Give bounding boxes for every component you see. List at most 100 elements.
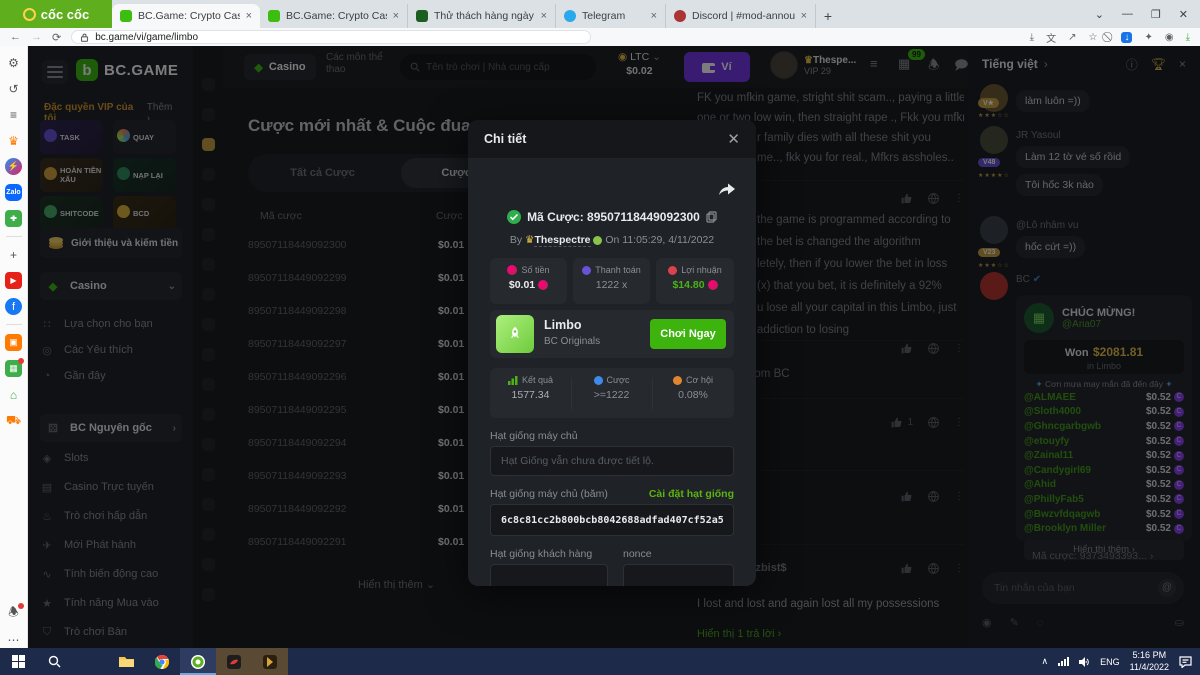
- clock-time: 5:16 PM: [1130, 650, 1169, 661]
- challenge-favicon: [416, 10, 428, 22]
- coccoc-taskbar-icon[interactable]: [180, 648, 216, 675]
- reload-icon[interactable]: ⟳: [52, 31, 61, 44]
- back-icon[interactable]: ←: [10, 31, 21, 43]
- server-seed-field[interactable]: [501, 455, 723, 467]
- volume-icon[interactable]: [1079, 657, 1090, 667]
- chance-value: 0.08%: [652, 389, 734, 401]
- limbo-thumbnail[interactable]: [496, 315, 534, 353]
- coccoc-logo[interactable]: cốc cốc: [0, 0, 112, 28]
- home-icon[interactable]: ⌂: [5, 386, 22, 403]
- window-controls: ⌄ — ❐ ✕: [1083, 0, 1200, 28]
- modal-body: Mã Cược: 89507118449092300 By ♛Thespectr…: [468, 158, 756, 586]
- chrome-icon[interactable]: [144, 648, 180, 675]
- tab-challenge[interactable]: Thử thách hàng ngày # 59 -×: [408, 4, 556, 28]
- gift-icon[interactable]: ▦: [5, 360, 22, 377]
- add-shortcut-icon[interactable]: +: [5, 246, 22, 263]
- close-tab-icon[interactable]: ×: [246, 10, 252, 22]
- close-modal-icon[interactable]: ✕: [727, 130, 740, 148]
- close-tab-icon[interactable]: ×: [801, 10, 807, 22]
- file-explorer-icon[interactable]: [108, 648, 144, 675]
- play-now-button[interactable]: Chơi Ngay: [650, 319, 726, 349]
- tab-telegram[interactable]: Telegram×: [556, 4, 666, 28]
- tab-bcgame-1[interactable]: BC.Game: Crypto Casino Gam×: [112, 4, 260, 28]
- save-icon[interactable]: ⤓: [1030, 32, 1034, 43]
- more-icon[interactable]: ⋯: [5, 631, 22, 648]
- messenger-icon[interactable]: ⚡: [5, 158, 22, 175]
- divider: [6, 236, 22, 237]
- network-icon[interactable]: [1058, 657, 1069, 666]
- extensions-icon[interactable]: ✦: [1144, 32, 1152, 43]
- share-icon[interactable]: [718, 180, 736, 196]
- seed-settings-link[interactable]: Cài đặt hạt giống: [649, 488, 734, 500]
- maximize-button[interactable]: ❐: [1151, 8, 1161, 21]
- bet-author-row: By ♛Thespectre On 11:05:29, 4/11/2022: [468, 234, 756, 246]
- zalo-icon[interactable]: Zalo: [5, 184, 22, 201]
- start-button[interactable]: [0, 648, 36, 675]
- address-bar-icons: ⤓ 文 ↗ ☆ ⃠ ↓ ✦ ◉ ⤓: [1030, 30, 1190, 45]
- tab-discord[interactable]: Discord | #mod-announc×: [666, 4, 816, 28]
- url-text: bc.game/vi/game/limbo: [95, 32, 198, 43]
- bcgame-favicon: [268, 10, 280, 22]
- close-tab-icon[interactable]: ×: [651, 10, 657, 22]
- modal-title: Chi tiết: [484, 132, 526, 146]
- new-tab-button[interactable]: +: [816, 4, 840, 28]
- profile-icon[interactable]: ◉: [1165, 32, 1174, 43]
- taskbar-clock[interactable]: 5:16 PM 11/4/2022: [1130, 650, 1169, 673]
- coccoc-clock-icon: [23, 8, 36, 21]
- profit-icon: [668, 266, 677, 275]
- bcgame-page: b BC.GAME Đặc quyền VIP của tôi Thêm › T…: [28, 46, 1200, 648]
- nonce-field-wrap: [623, 564, 734, 586]
- client-seed-label: Hạt giống khách hàng: [490, 548, 592, 560]
- bookmark-star-icon[interactable]: ☆: [1088, 32, 1097, 43]
- games-icon[interactable]: 🞧: [5, 210, 22, 227]
- stat-amount-value: $0.01: [509, 279, 535, 291]
- tab-bcgame-2[interactable]: BC.Game: Crypto Casino Gan×: [260, 4, 408, 28]
- minimize-button[interactable]: —: [1122, 8, 1133, 20]
- language-indicator[interactable]: ENG: [1100, 657, 1120, 667]
- bet-id-row: Mã Cược: 89507118449092300: [468, 210, 756, 224]
- game-launcher-icon[interactable]: [252, 648, 288, 675]
- cart-icon[interactable]: ⛟: [5, 412, 22, 429]
- client-seed-field[interactable]: [501, 573, 597, 585]
- server-seed-hash-field[interactable]: [501, 515, 723, 526]
- nonce-field[interactable]: [634, 573, 723, 585]
- hot-crown-icon[interactable]: ♛: [5, 132, 22, 149]
- translate-icon[interactable]: 文: [1046, 30, 1056, 45]
- garena-icon[interactable]: [216, 648, 252, 675]
- bet-id-value: 89507118449092300: [587, 210, 700, 224]
- server-seed-hash-wrap: [490, 504, 734, 536]
- news-icon[interactable]: ≡: [5, 106, 22, 123]
- close-tab-icon[interactable]: ×: [541, 10, 547, 22]
- action-center-icon[interactable]: [1179, 656, 1192, 668]
- chance-icon: [673, 376, 682, 385]
- nonce-label: nonce: [623, 548, 652, 560]
- stat-amount-card: Số tiền $0.01: [490, 258, 567, 304]
- copy-icon[interactable]: [706, 211, 717, 223]
- url-field[interactable]: bc.game/vi/game/limbo: [71, 30, 591, 44]
- coccoc-download-icon[interactable]: ⤓: [1186, 32, 1190, 43]
- player-name[interactable]: Thespectre: [534, 234, 590, 247]
- server-seed-hash-label: Hạt giống máy chủ (băm): [490, 488, 608, 500]
- forward-icon[interactable]: →: [31, 31, 42, 43]
- gem-icon: [507, 265, 517, 275]
- taskbar-search-icon[interactable]: [36, 648, 72, 675]
- settings-gear-icon[interactable]: ⚙: [5, 54, 22, 71]
- divider: [6, 324, 22, 325]
- share-icon[interactable]: ↗: [1068, 32, 1076, 43]
- bet-target-icon: [594, 376, 603, 385]
- frog-emoji-icon: [593, 236, 602, 245]
- close-window-button[interactable]: ✕: [1179, 8, 1188, 21]
- shop-icon[interactable]: ▣: [5, 334, 22, 351]
- history-icon[interactable]: ↺: [5, 80, 22, 97]
- youtube-icon[interactable]: ▶: [5, 272, 22, 289]
- discord-favicon: [674, 10, 686, 22]
- facebook-icon[interactable]: f: [5, 298, 22, 315]
- bell-icon[interactable]: 🕭: [5, 605, 22, 622]
- bcgame-favicon: [120, 10, 132, 22]
- close-tab-icon[interactable]: ×: [393, 10, 399, 22]
- tray-expand-icon[interactable]: ∧: [1042, 656, 1049, 667]
- download-icon[interactable]: ↓: [1121, 32, 1132, 43]
- rocket-icon: [507, 326, 523, 342]
- tab-search-icon[interactable]: ⌄: [1095, 8, 1104, 21]
- result-strip: Kết quả 1577.34 Cược >=1222 Cơ hội 0.08%: [490, 368, 734, 418]
